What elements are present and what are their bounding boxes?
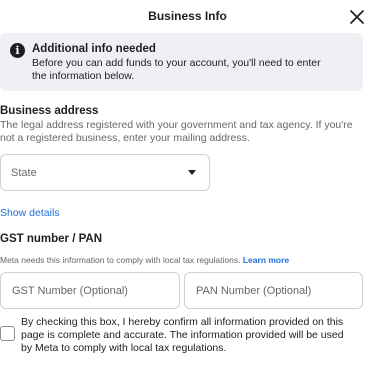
notice-title: Additional info needed bbox=[32, 43, 156, 55]
gst-number-placeholder: GST Number (Optional) bbox=[12, 285, 128, 297]
consent-checkbox[interactable] bbox=[0, 326, 15, 341]
pan-number-input[interactable]: PAN Number (Optional) bbox=[184, 272, 363, 309]
consent-text: By checking this box, I hereby confirm a… bbox=[21, 316, 344, 354]
caret-down-icon bbox=[188, 170, 196, 175]
pan-number-placeholder: PAN Number (Optional) bbox=[196, 285, 312, 297]
info-icon: i bbox=[10, 43, 25, 58]
state-select[interactable]: State bbox=[0, 154, 210, 191]
notice-body: Before you can add funds to your account… bbox=[32, 57, 321, 82]
dialog-header: Business Info bbox=[0, 0, 375, 32]
business-address-description: The legal address registered with your g… bbox=[0, 119, 353, 144]
gst-description-text: Meta needs this information to comply wi… bbox=[0, 255, 241, 265]
show-details-link[interactable]: Show details bbox=[0, 207, 60, 219]
gst-description: Meta needs this information to comply wi… bbox=[0, 255, 289, 265]
business-info-dialog: Business Info i Additional info needed B… bbox=[0, 0, 375, 366]
close-icon[interactable] bbox=[348, 8, 366, 26]
dialog-title: Business Info bbox=[148, 9, 227, 23]
state-select-value: State bbox=[11, 167, 37, 179]
business-address-heading: Business address bbox=[0, 105, 99, 117]
learn-more-link[interactable]: Learn more bbox=[243, 255, 289, 265]
gst-number-input[interactable]: GST Number (Optional) bbox=[0, 272, 180, 309]
gst-heading: GST number / PAN bbox=[0, 233, 103, 245]
notice-banner: i Additional info needed Before you can … bbox=[0, 33, 363, 91]
